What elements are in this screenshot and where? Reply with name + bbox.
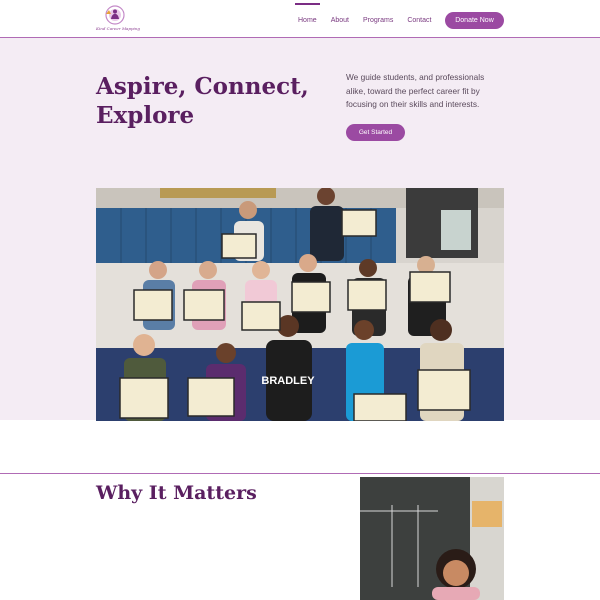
get-started-button[interactable]: Get Started — [346, 124, 405, 141]
nav-contact[interactable]: Contact — [407, 15, 431, 24]
hero-description: We guide students, and professionals ali… — [346, 72, 485, 109]
main-nav: Home About Programs Contact — [295, 0, 445, 38]
donate-button[interactable]: Donate Now — [445, 12, 504, 29]
section-divider — [0, 473, 600, 474]
hero-section: Aspire, Connect, Explore We guide studen… — [0, 38, 600, 421]
student-photo — [360, 477, 504, 600]
nav-about[interactable]: About — [331, 15, 349, 24]
site-header: Kind Career Mapping Home About Programs … — [0, 0, 600, 38]
nav-programs[interactable]: Programs — [363, 15, 393, 24]
why-title: Why It Matters — [96, 482, 257, 504]
group-photo: BRADLEY — [96, 188, 504, 421]
hero-title: Aspire, Connect, Explore — [96, 73, 309, 129]
nav-home[interactable]: Home — [295, 2, 320, 24]
svg-text:BRADLEY: BRADLEY — [261, 375, 315, 387]
logo-tagline: Kind Career Mapping — [96, 26, 140, 31]
